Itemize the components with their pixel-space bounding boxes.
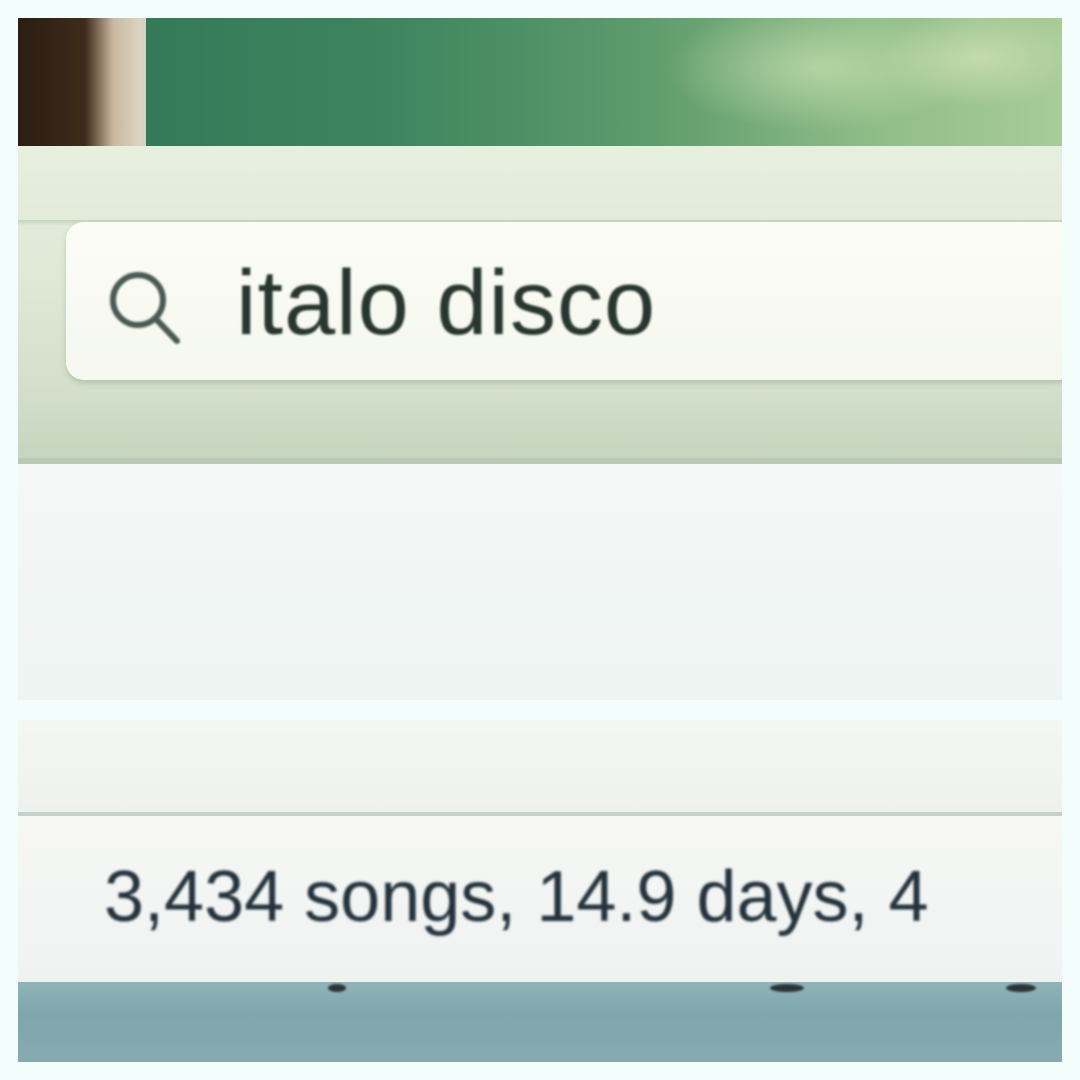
dock-indicator <box>770 984 804 992</box>
search-field[interactable]: italo disco <box>66 222 1062 380</box>
header-artwork-banner <box>18 18 1062 146</box>
search-input[interactable]: italo disco <box>236 248 656 358</box>
dock-strip <box>18 982 1062 1062</box>
dock-indicator <box>1006 984 1036 992</box>
list-bottom-area <box>18 720 1062 812</box>
top-photo-panel: italo disco <box>18 18 1062 700</box>
library-summary: 3,434 songs, 14.9 days, 4 <box>104 857 929 937</box>
dock-indicator <box>328 984 346 992</box>
search-icon <box>102 264 186 348</box>
album-art-thumbnail[interactable] <box>18 18 140 146</box>
thumbnail-divider <box>140 18 146 146</box>
bottom-photo-panel: 3,434 songs, 14.9 days, 4 <box>18 720 1062 1062</box>
status-bar: 3,434 songs, 14.9 days, 4 <box>18 816 1062 982</box>
results-list[interactable] <box>18 464 1062 700</box>
